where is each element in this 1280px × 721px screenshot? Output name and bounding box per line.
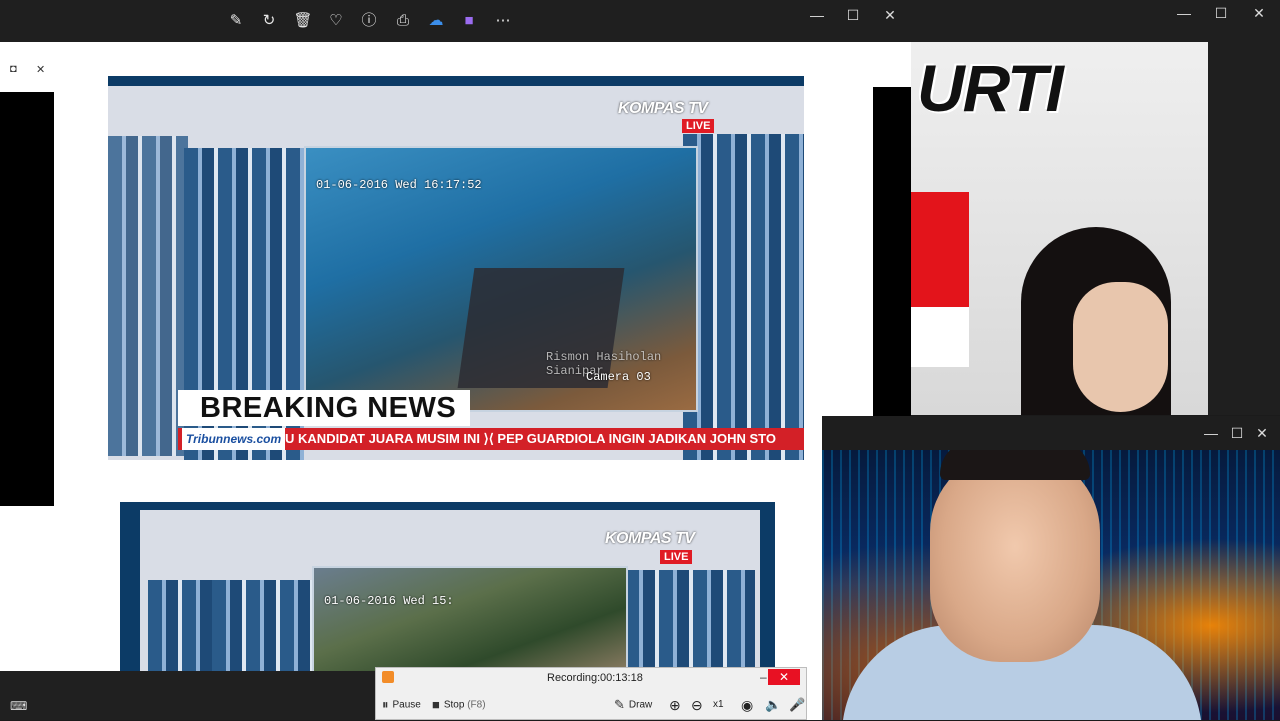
edit-icon[interactable]: ✎ bbox=[226, 11, 246, 31]
zoom-out-icon[interactable]: ⊖ bbox=[691, 690, 703, 720]
cctv-timestamp-2: 01-06-2016 Wed 15: bbox=[324, 594, 454, 608]
keyboard-icon[interactable]: ⌨ bbox=[10, 699, 27, 713]
zoom-in-icon[interactable]: ⊕ bbox=[669, 690, 681, 720]
cctv-view: 01-06-2016 Wed 16:17:52 Rismon Hasiholan… bbox=[304, 146, 698, 412]
taskbar: ⌨ bbox=[0, 671, 375, 720]
minimize-button-right[interactable]: — bbox=[1167, 2, 1201, 24]
delete-icon[interactable]: 🗑 bbox=[293, 11, 313, 31]
pause-icon: ⏸ bbox=[382, 697, 389, 712]
viewer-titlebar: ✎ ↻ 🗑 ♡ ⓘ ⎙ ☁ ■ ⋯ — ☐ ✕ bbox=[0, 0, 911, 42]
restore-icon[interactable]: ◘ bbox=[10, 63, 17, 75]
ticker-logo: Tribunnews.com bbox=[182, 428, 286, 450]
graphic-cutout bbox=[911, 307, 969, 367]
news-frame-1: 01-06-2016 Wed 16:17:52 Rismon Hasiholan… bbox=[108, 76, 804, 460]
recorder-app-icon bbox=[382, 671, 394, 683]
pause-label: Pause bbox=[392, 699, 421, 711]
draw-label: Draw bbox=[628, 699, 653, 711]
minimize-button[interactable]: — bbox=[800, 4, 834, 26]
live-badge-2: LIVE bbox=[660, 550, 693, 564]
thumbnail-grid-2-right bbox=[625, 570, 755, 671]
info-icon[interactable]: ⓘ bbox=[359, 11, 379, 31]
close-button-right[interactable]: ✕ bbox=[1242, 2, 1276, 24]
draw-button[interactable]: ✎ Draw bbox=[614, 690, 652, 721]
cctv-view-2: 01-06-2016 Wed 15: bbox=[312, 566, 628, 671]
clipchamp-icon[interactable]: ■ bbox=[459, 11, 479, 31]
stop-icon: ■ bbox=[432, 697, 440, 712]
maximize-button[interactable]: ☐ bbox=[836, 4, 870, 26]
presenter-hair bbox=[940, 450, 1090, 480]
recorder-close-button[interactable]: ✕ bbox=[768, 669, 800, 685]
presenter-face bbox=[930, 452, 1100, 662]
thumbnail-grid-right bbox=[683, 134, 804, 460]
ticker-text: SATU KANDIDAT JUARA MUSIM INI ⟩⟨ PEP GUA… bbox=[260, 431, 776, 446]
thumbnail-column-2 bbox=[148, 580, 212, 671]
side-panel-right bbox=[873, 87, 911, 417]
rotate-icon[interactable]: ↻ bbox=[259, 11, 279, 31]
close-button[interactable]: ✕ bbox=[873, 4, 907, 26]
zoom-level: x1 bbox=[713, 699, 724, 710]
print-icon[interactable]: ⎙ bbox=[393, 11, 413, 31]
webcam-icon[interactable]: ◉ bbox=[741, 690, 753, 720]
live-badge: LIVE bbox=[682, 119, 715, 133]
pause-button[interactable]: ⏸ Pause bbox=[382, 690, 421, 721]
webcam-close-button[interactable]: ✕ bbox=[1245, 422, 1279, 444]
close-icon[interactable]: ✕ bbox=[36, 63, 45, 76]
viewer-subbar: ◘ ✕ bbox=[0, 60, 60, 84]
recording-toolbar: Recording: 00:13:18 – ✕ ⏸ Pause ■ Stop (F8… bbox=[375, 667, 807, 720]
stop-label: Stop bbox=[443, 699, 465, 711]
channel-logo: KOMPAS TV bbox=[618, 100, 708, 117]
channel-logo-2: KOMPAS TV bbox=[605, 530, 695, 547]
microphone-icon[interactable]: 🎤 bbox=[789, 690, 805, 720]
recording-status-row: Recording: 00:13:18 – ✕ bbox=[376, 668, 806, 688]
camera-label: Camera 03 bbox=[586, 370, 651, 384]
side-panel-left bbox=[0, 92, 54, 506]
recording-status-label: Recording: bbox=[547, 672, 601, 684]
onedrive-icon[interactable]: ☁ bbox=[426, 11, 446, 31]
thumbnail-column bbox=[108, 136, 188, 456]
favorite-icon[interactable]: ♡ bbox=[326, 11, 346, 31]
stop-shortcut: (F8) bbox=[467, 699, 486, 711]
photo-viewer-window: ✎ ↻ 🗑 ♡ ⓘ ⎙ ☁ ■ ⋯ — ☐ ✕ ◘ ✕ 01-06-2016 W… bbox=[0, 0, 911, 720]
headline-text: URTI bbox=[917, 51, 1064, 125]
webcam-video bbox=[822, 450, 1280, 720]
portrait-face bbox=[1073, 282, 1168, 412]
stop-button[interactable]: ■ Stop (F8) bbox=[432, 690, 486, 721]
speaker-muted-icon[interactable]: 🔈 bbox=[765, 690, 781, 720]
news-frame-2: 01-06-2016 Wed 15: KOMPAS TV LIVE bbox=[120, 502, 775, 671]
pencil-icon: ✎ bbox=[614, 697, 625, 712]
webcam-titlebar: — ☐ ✕ bbox=[822, 416, 1280, 450]
thumbnail-grid-2-left bbox=[212, 580, 312, 671]
cctv-timestamp: 01-06-2016 Wed 16:17:52 bbox=[316, 178, 482, 192]
recorder-minimize-button[interactable]: – bbox=[760, 670, 767, 684]
more-icon[interactable]: ⋯ bbox=[493, 11, 513, 31]
portrait-image: URTI bbox=[911, 42, 1208, 415]
maximize-button-right[interactable]: ☐ bbox=[1204, 2, 1238, 24]
portrait-subject bbox=[981, 132, 1208, 415]
breaking-news-banner: BREAKING NEWS bbox=[178, 390, 471, 426]
recording-timer: 00:13:18 bbox=[600, 672, 643, 684]
recording-controls-row: ⏸ Pause ■ Stop (F8) ✎ Draw ⊕ ⊖ x1 ◉ 🔈 🎤 bbox=[376, 690, 806, 720]
